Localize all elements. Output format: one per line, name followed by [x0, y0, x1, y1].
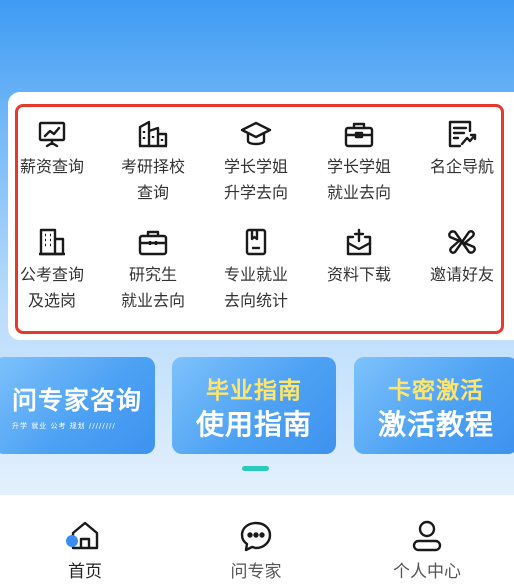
- tab-label: 问专家: [230, 562, 282, 582]
- user-icon: [410, 519, 444, 553]
- menu-item-label: 学长学姐 升学去向: [223, 157, 288, 202]
- menu-item-label: 研究生 就业去向: [120, 265, 185, 310]
- menu-item-label: 考研择校 查询: [120, 157, 185, 202]
- bow-icon: [446, 226, 478, 258]
- home-icon: [66, 519, 102, 553]
- banner-line2: 激活教程: [377, 408, 494, 441]
- tab-home[interactable]: 首页: [15, 495, 155, 586]
- menu-item-school-select[interactable]: 考研择校 查询: [103, 118, 203, 218]
- menu-item-label: 学长学姐 就业去向: [326, 157, 391, 202]
- company-report-icon: [446, 118, 478, 150]
- bottom-tab-bar: 首页 问专家 个人中心: [0, 495, 514, 586]
- banner-ask-expert[interactable]: 问专家咨询 升学 就业 公考 规划 ////////: [0, 357, 155, 454]
- tab-profile[interactable]: 个人中心: [357, 495, 497, 586]
- menu-item-company-nav[interactable]: 名企导航: [412, 118, 512, 218]
- menu-item-label: 名企导航: [429, 157, 494, 176]
- banner-line2: 使用指南: [195, 408, 312, 441]
- download-inbox-icon: [343, 226, 375, 258]
- menu-item-senior-further-study[interactable]: 学长学姐 升学去向: [206, 118, 306, 218]
- banner-subtitle: 升学 就业 公考 规划 ////////: [12, 422, 116, 430]
- tab-ask-expert[interactable]: 问专家: [186, 495, 326, 586]
- menu-item-label: 公考查询 及选岗: [19, 265, 84, 310]
- briefcase-icon: [343, 118, 375, 150]
- document-icon: [240, 226, 272, 258]
- bag-icon: [137, 226, 169, 258]
- banner-card-activation[interactable]: 卡密激活 激活教程: [354, 357, 514, 454]
- menu-item-label: 薪资查询: [19, 157, 84, 176]
- carousel-indicator[interactable]: [242, 466, 269, 471]
- chat-bubble-icon: [239, 519, 273, 553]
- menu-item-salary[interactable]: 薪资查询: [2, 118, 102, 218]
- menu-item-civil-exam[interactable]: 公考查询 及选岗: [2, 226, 102, 326]
- banner-line1: 毕业指南: [206, 378, 302, 404]
- menu-item-label: 资料下载: [326, 265, 391, 284]
- menu-item-grad-employment[interactable]: 研究生 就业去向: [103, 226, 203, 326]
- menu-item-label: 邀请好友: [429, 265, 494, 284]
- menu-item-label: 专业就业 去向统计: [223, 265, 288, 310]
- tab-label: 个人中心: [393, 562, 461, 582]
- school-building-icon: [137, 118, 169, 150]
- graduation-cap-icon: [240, 118, 272, 150]
- menu-item-invite[interactable]: 邀请好友: [412, 226, 512, 326]
- menu-item-senior-employment[interactable]: 学长学姐 就业去向: [309, 118, 409, 218]
- banner-line1: 卡密激活: [388, 378, 484, 404]
- menu-item-download[interactable]: 资料下载: [309, 226, 409, 326]
- tab-label: 首页: [68, 562, 102, 582]
- menu-item-major-stats[interactable]: 专业就业 去向统计: [206, 226, 306, 326]
- office-building-icon: [36, 226, 68, 258]
- banner-title: 问专家咨询: [12, 386, 143, 415]
- salary-chart-icon: [36, 118, 68, 150]
- banner-user-guide[interactable]: 毕业指南 使用指南: [172, 357, 336, 454]
